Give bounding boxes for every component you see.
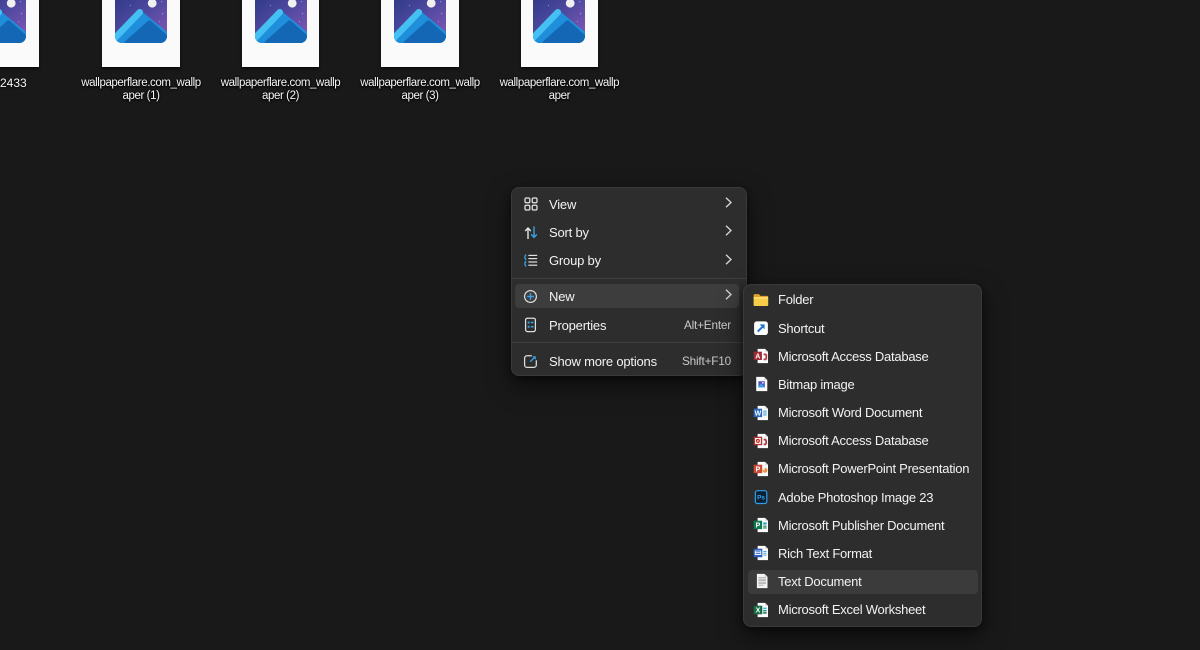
svg-text:A: A bbox=[755, 353, 760, 360]
svg-text:P: P bbox=[755, 522, 760, 529]
svg-text:X: X bbox=[755, 607, 760, 614]
svg-text:W: W bbox=[754, 410, 761, 417]
svg-text:P: P bbox=[755, 466, 760, 473]
svg-text:Ps: Ps bbox=[757, 495, 765, 502]
